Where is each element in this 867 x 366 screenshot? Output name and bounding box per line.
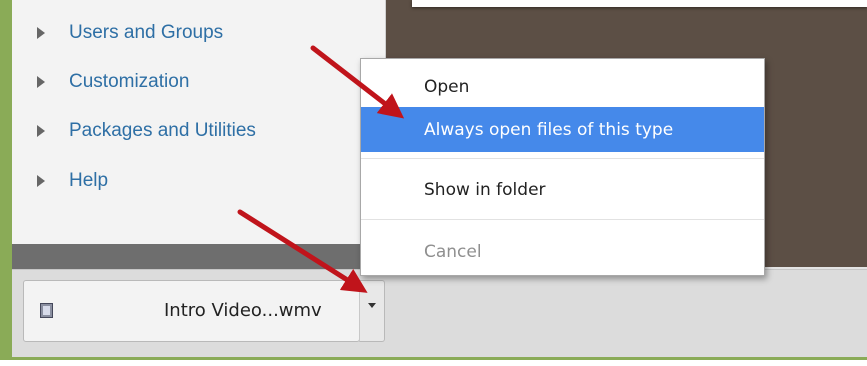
sidebar-item-label: Users and Groups xyxy=(69,22,224,43)
download-dropdown-button[interactable] xyxy=(359,280,385,342)
context-menu: Open Always open files of this type Show… xyxy=(360,58,765,276)
menu-item-show-in-folder[interactable]: Show in folder xyxy=(361,167,764,212)
menu-item-open[interactable]: Open xyxy=(361,64,764,109)
menu-item-cancel[interactable]: Cancel xyxy=(361,229,764,274)
menu-separator xyxy=(361,219,764,220)
chevron-down-icon xyxy=(368,303,376,308)
download-file-name: Intro Video...wmv xyxy=(164,300,322,321)
sidebar-item-users-and-groups[interactable]: Users and Groups xyxy=(12,9,385,57)
sidebar-item-label: Help xyxy=(69,170,109,191)
sidebar-item-packages-and-utilities[interactable]: Packages and Utilities xyxy=(12,107,385,155)
video-file-icon xyxy=(40,303,53,318)
expand-triangle-icon xyxy=(37,27,45,39)
expand-triangle-icon xyxy=(37,76,45,88)
sidebar-item-customization[interactable]: Customization xyxy=(12,58,385,106)
sidebar-item-label: Packages and Utilities xyxy=(69,120,256,141)
menu-separator xyxy=(361,158,764,159)
sidebar-item-help[interactable]: Help xyxy=(12,157,385,205)
download-item[interactable]: Intro Video...wmv xyxy=(23,280,360,342)
sidebar-item-label: Customization xyxy=(69,71,190,92)
sidebar: Users and Groups Customization Packages … xyxy=(12,0,386,244)
menu-item-always-open[interactable]: Always open files of this type xyxy=(361,107,764,152)
expand-triangle-icon xyxy=(37,125,45,137)
expand-triangle-icon xyxy=(37,175,45,187)
sidebar-footer-strip xyxy=(12,244,385,269)
content-card xyxy=(412,0,867,7)
